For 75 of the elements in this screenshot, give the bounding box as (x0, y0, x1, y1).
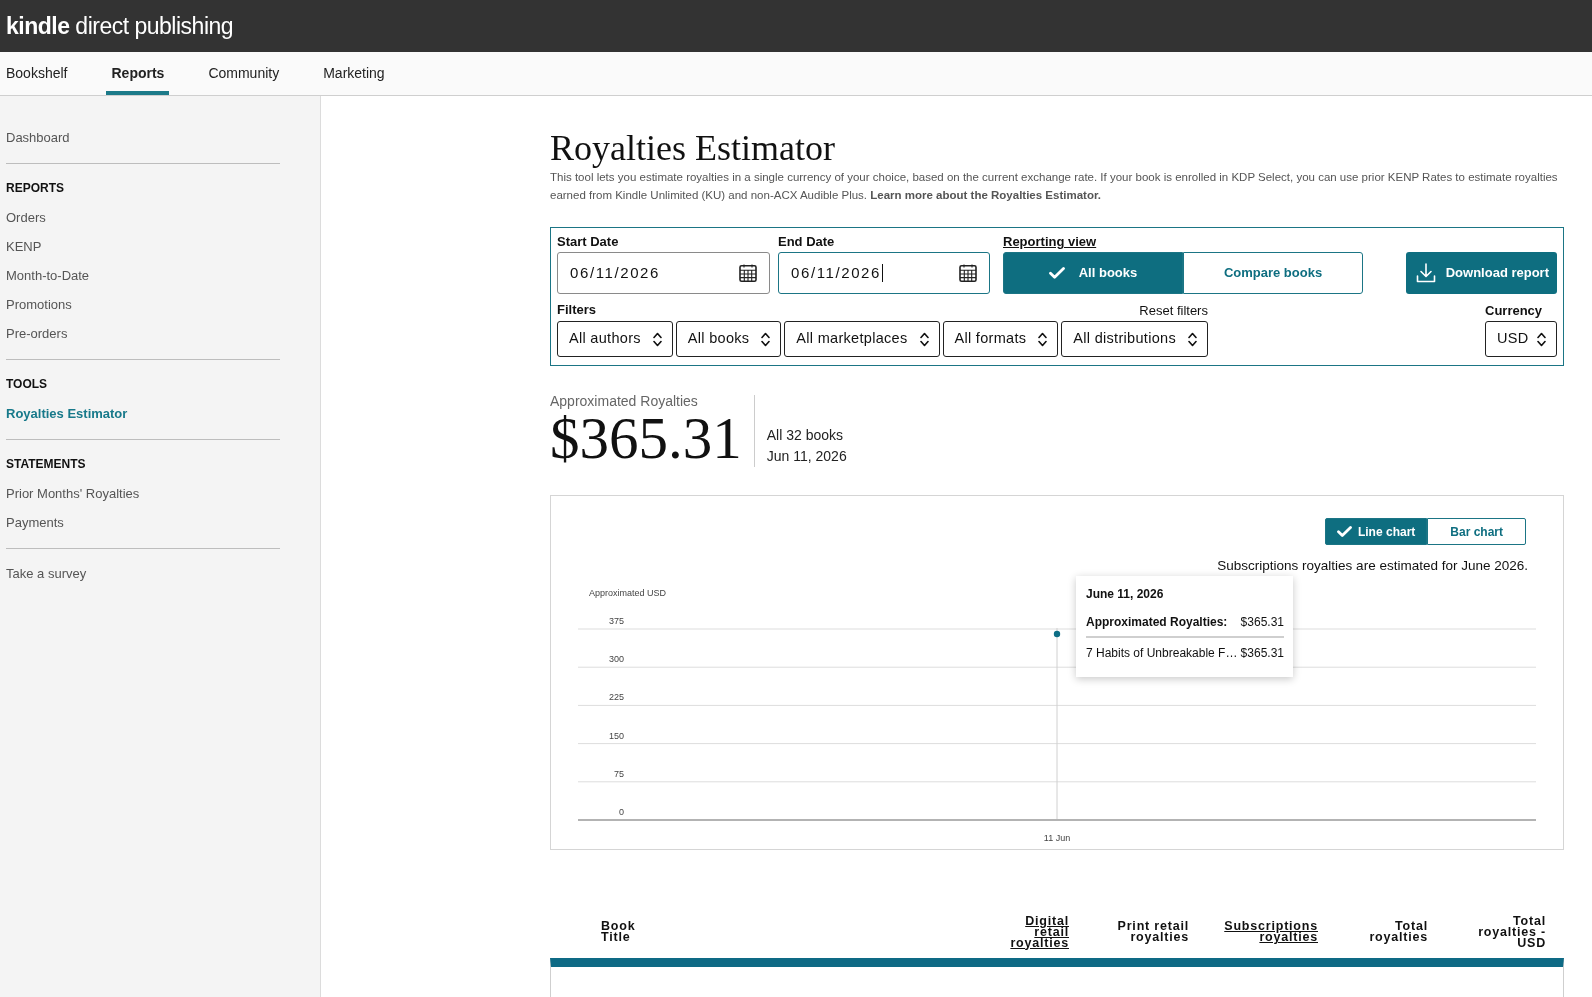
check-icon (1336, 526, 1352, 537)
chevron-updown-icon (1187, 331, 1197, 347)
chart-type-button[interactable]: Line chart (1324, 518, 1428, 545)
sidebar-link[interactable]: Payments (6, 508, 64, 537)
sidebar-link[interactable]: Orders (6, 203, 46, 232)
filter-dropdown[interactable]: All books (675, 321, 782, 357)
download-icon (1415, 263, 1436, 283)
filter-dropdown[interactable]: All marketplaces (784, 321, 940, 357)
reset-filters-link[interactable]: Reset filters (1139, 300, 1208, 320)
sidebar-link[interactable]: Royalties Estimator (6, 399, 128, 428)
chevron-updown-icon (652, 331, 662, 347)
sidebar-link[interactable]: Prior Months' Royalties (6, 479, 140, 508)
filter-dropdown[interactable]: All authors (557, 321, 673, 357)
chevron-updown-icon (1038, 331, 1048, 347)
summary-label: Approximated Royalties (550, 392, 698, 410)
column-header: Total royalties (1368, 921, 1428, 943)
sidebar-link[interactable]: Take a survey (6, 559, 87, 588)
date-field[interactable]: 06/11/2026 (557, 252, 770, 294)
summary-detail: Jun 11, 2026 (766, 447, 847, 466)
column-header[interactable]: Subscriptions royalties (1200, 921, 1318, 943)
date-field[interactable]: 06/11/2026 (778, 252, 990, 294)
filter-dropdown[interactable]: All formats (942, 321, 1059, 357)
field-label: Filters (557, 301, 596, 319)
column-header: Total royalties - USD (1477, 915, 1546, 949)
learn-more-link[interactable]: Learn more about the Royalties Estimator. (870, 189, 1101, 201)
subscription-note: Subscriptions royalties are estimated for June 2026. (1217, 557, 1528, 575)
sidebar-link[interactable]: Promotions (6, 290, 72, 319)
currency-dropdown[interactable]: USD (1485, 321, 1557, 357)
nav-tab[interactable]: Marketing (318, 52, 390, 95)
nav-tab[interactable]: Community (203, 52, 285, 95)
axis-tick-label: 11 Jun (1043, 833, 1071, 843)
sidebar-link[interactable]: Dashboard (6, 123, 70, 152)
check-icon (1048, 267, 1065, 279)
view-toggle-button[interactable]: All books (1003, 252, 1183, 294)
view-toggle-button[interactable]: Compare books (1183, 252, 1363, 294)
column-header: Print retail royalties (1116, 921, 1189, 943)
field-label: Start Date (557, 233, 619, 251)
axis-title: Approximated USD (589, 588, 667, 598)
tooltip-value: $365.31 (1240, 614, 1284, 631)
field-label: End Date (778, 233, 835, 251)
axis-tick-label: 150 (608, 730, 624, 741)
calendar-icon (739, 264, 757, 282)
axis-tick-label: 0 (619, 807, 624, 817)
text-cursor-icon (881, 264, 883, 282)
royalties-amount: $365.31 (550, 410, 742, 467)
tooltip-value: $365.31 (1240, 645, 1284, 662)
section-heading: TOOLS (6, 376, 48, 393)
axis-tick-label: 375 (608, 616, 624, 626)
chevron-updown-icon (919, 331, 929, 347)
column-header: Book Title (601, 921, 637, 943)
field-label: Currency (1485, 302, 1543, 320)
sidebar-link[interactable]: Month-to-Date (6, 261, 90, 290)
sidebar-link[interactable]: Pre-orders (6, 319, 68, 348)
tooltip-label: 7 Habits of Unbreakable F… (1086, 645, 1238, 662)
chevron-updown-icon (761, 331, 771, 347)
chevron-updown-icon (1537, 331, 1546, 347)
section-heading: REPORTS (6, 180, 64, 197)
field-label: Reporting view (1003, 233, 1097, 251)
page-description: This tool lets you estimate royalties in a single currency of your choice, based on the current exchange rate. If your book is enrolled in KDP Select, you can use prior KENP Rates to estimate royalties earned from Kindle Unlimited (KU) and non-ACX Audible Plus. Learn more about the Royalties Estimator. (550, 170, 1559, 203)
section-heading: STATEMENTS (6, 456, 86, 473)
summary-detail: All 32 books (766, 426, 844, 445)
nav-tab[interactable]: Bookshelf (1, 52, 73, 95)
chart-type-button[interactable]: Bar chart (1427, 518, 1526, 545)
axis-tick-label: 300 (608, 654, 624, 665)
tooltip-title: June 11, 2026 (1086, 586, 1164, 603)
page-title: Royalties Estimator (550, 128, 835, 168)
site-logo[interactable]: kindle direct publishing (6, 12, 234, 40)
axis-tick-label: 225 (608, 692, 624, 703)
calendar-icon (959, 264, 977, 282)
filter-dropdown[interactable]: All distributions (1061, 321, 1208, 357)
download-report-button[interactable]: Download report (1405, 252, 1557, 294)
sidebar-link[interactable]: KENP (6, 232, 42, 261)
tooltip-label: Approximated Royalties: (1086, 614, 1228, 631)
axis-tick-label: 75 (614, 768, 624, 779)
column-header[interactable]: Digital retail royalties (997, 915, 1069, 949)
